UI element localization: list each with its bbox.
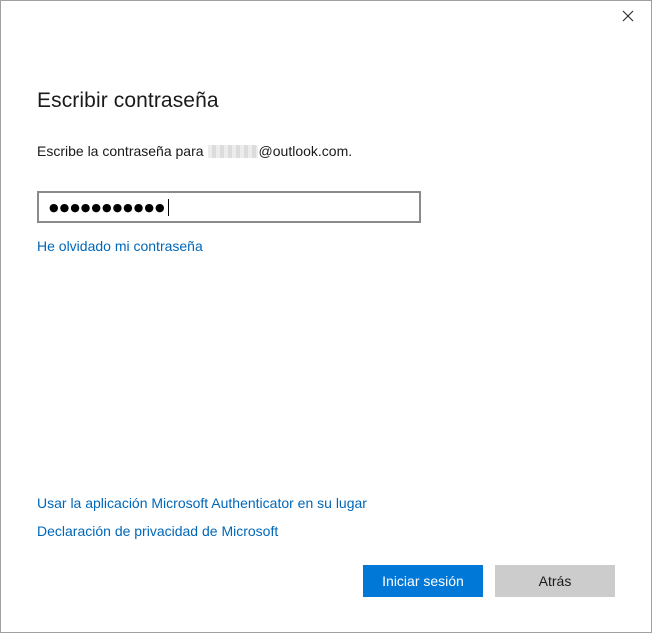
prompt-suffix: @outlook.com. [258, 143, 353, 159]
dialog-title: Escribir contraseña [37, 89, 219, 112]
privacy-statement-link[interactable]: Declaración de privacidad de Microsoft [37, 523, 278, 539]
close-button[interactable] [619, 7, 637, 25]
prompt-prefix: Escribe la contraseña para [37, 143, 204, 159]
text-caret [167, 198, 169, 216]
sign-in-dialog: Escribir contraseña Escribe la contraseñ… [0, 0, 652, 633]
close-icon [622, 10, 634, 22]
password-masked-value: ●●●●●●●●●●● [49, 200, 166, 214]
forgot-password-link[interactable]: He olvidado mi contraseña [37, 238, 203, 254]
sign-in-button[interactable]: Iniciar sesión [363, 565, 483, 597]
password-prompt: Escribe la contraseña para @outlook.com. [37, 143, 352, 159]
redacted-username [207, 145, 258, 158]
password-input[interactable]: ●●●●●●●●●●● [37, 191, 421, 223]
use-authenticator-link[interactable]: Usar la aplicación Microsoft Authenticat… [37, 495, 367, 511]
back-button[interactable]: Atrás [495, 565, 615, 597]
